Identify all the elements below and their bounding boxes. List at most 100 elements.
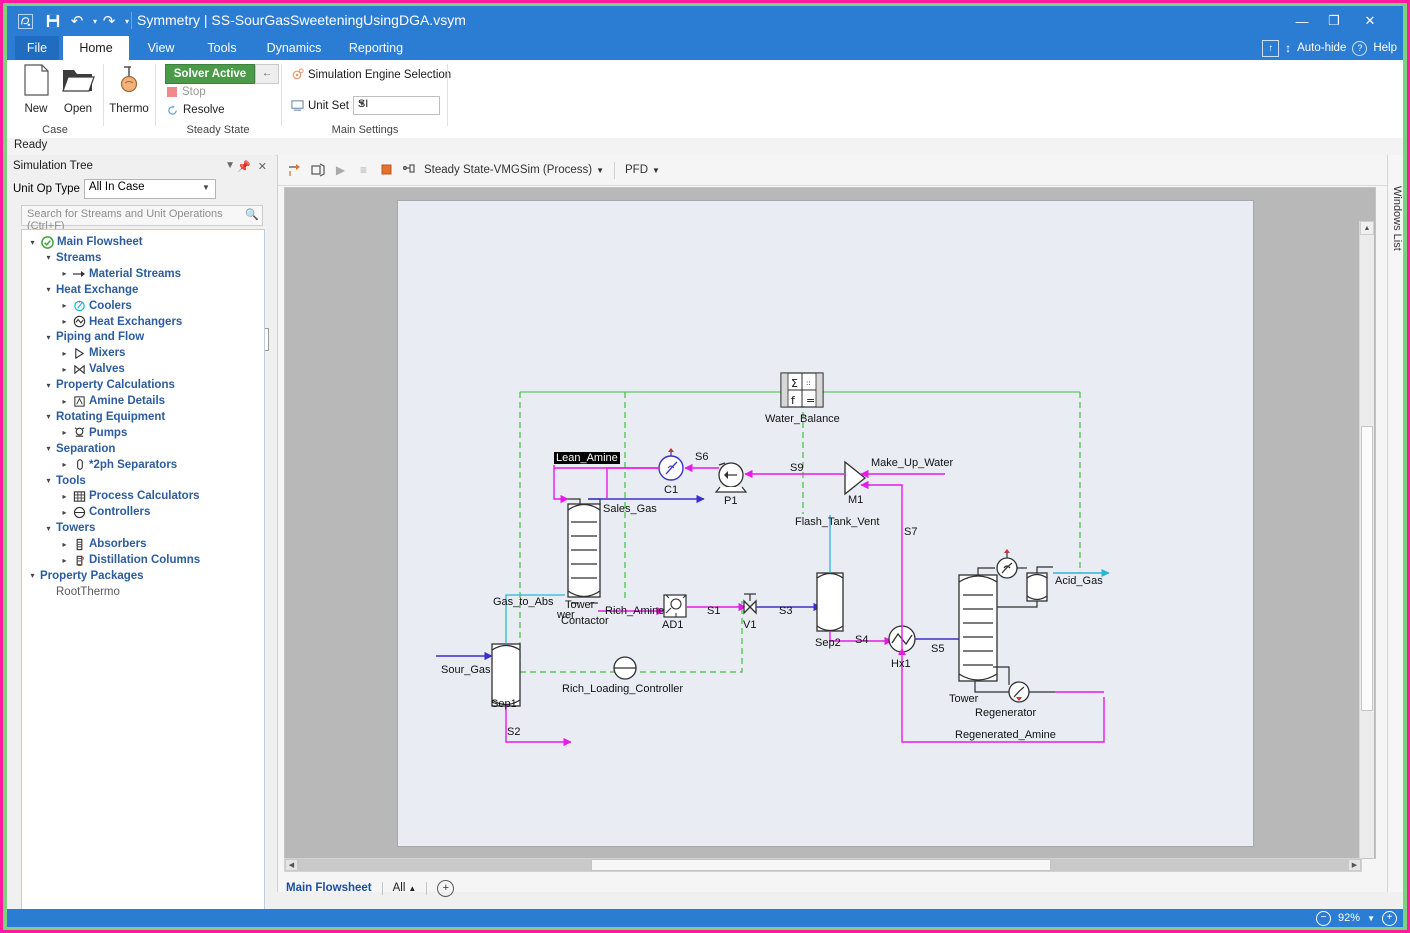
tree-twisty-icon[interactable]: ▸ [60,365,69,374]
simulation-engine-selection-button[interactable]: Simulation Engine Selection [291,68,451,81]
add-flowsheet-icon[interactable]: + [437,879,455,897]
flowsheet-label-rich-amine[interactable]: Rich_Amine [605,605,664,617]
open-button[interactable]: Open [55,64,101,115]
flowsheet-label-regenerated-amine[interactable]: Regenerated_Amine [955,729,1056,741]
pin-icon[interactable]: 📌 [237,160,251,173]
stream-s7-to-m1[interactable] [860,480,903,502]
tree-twisty-icon[interactable]: ▸ [60,460,69,469]
flowsheet-label-lean-amine[interactable]: Lean_Amine [554,452,620,464]
resolve-button[interactable]: Resolve [167,104,225,116]
scroll-left-arrow-icon[interactable]: ◀ [285,859,298,871]
tree-item-amine-details[interactable]: ▸ Amine Details [60,393,165,409]
flowsheet-label-sour-gas[interactable]: Sour_Gas [441,664,491,676]
tree-item-tools[interactable]: ▾ Tools [44,473,85,489]
new-button[interactable]: New [13,64,59,115]
tree-item-property-calculations[interactable]: ▾ Property Calculations [44,377,174,393]
add-unitop-icon[interactable] [309,162,326,179]
help-icon[interactable]: ? [1352,40,1368,56]
thermo-button[interactable]: Thermo [106,64,152,115]
tab-dynamics[interactable]: Dynamics [255,36,333,60]
cursor-icon[interactable]: ▶ [332,162,349,179]
flowsheet-canvas[interactable]: Σ f = :: Water_Balance Lean_Amine S6 S9 Make… [284,187,1376,859]
horizontal-scroll-thumb[interactable] [591,859,1051,871]
tree-item-property-packages[interactable]: ▾ Property Packages [28,568,143,584]
tab-file[interactable]: File [15,36,59,60]
tree-item-heat-exchangers[interactable]: ▸ Heat Exchangers [60,314,182,330]
tree-item-controllers[interactable]: ▸ Controllers [60,504,150,520]
tree-twisty-icon[interactable]: ▸ [60,269,69,278]
p1-pump[interactable] [714,462,748,493]
solver-toggle-icon[interactable]: ← [255,64,279,84]
tab-main-flowsheet[interactable]: Main Flowsheet [286,882,372,894]
scroll-up-arrow-icon[interactable]: ▲ [1360,221,1374,235]
flowsheet-label-s6[interactable]: S6 [695,451,708,463]
flowsheet-label-regenerator[interactable]: Regenerator [975,707,1036,719]
flowsheet-label-ad1[interactable]: AD1 [662,619,683,631]
v1-valve[interactable] [743,593,757,615]
m1-mixer[interactable] [844,460,867,496]
ad1-amine-details[interactable] [663,594,687,618]
flowsheet-label-s2[interactable]: S2 [507,726,520,738]
add-stream-icon[interactable] [286,162,303,179]
tree-twisty-icon[interactable]: ▸ [60,317,69,326]
regenerator-tower[interactable] [958,574,998,682]
tree-twisty-icon[interactable]: ▾ [28,571,37,580]
shape-icon[interactable] [378,162,395,179]
tree-twisty-icon[interactable]: ▾ [44,524,53,533]
tree-twisty-icon[interactable]: ▾ [44,253,53,262]
save-icon[interactable] [43,11,63,31]
redo-dropdown-icon[interactable]: ▾ [117,11,137,31]
flowsheet-label-c1[interactable]: C1 [664,484,678,496]
flowsheet-label-hx1[interactable]: Hx1 [891,658,911,670]
flowsheet-label-s7[interactable]: S7 [904,526,917,538]
c1-cooler[interactable] [658,448,684,481]
tree-item-coolers[interactable]: ▸ Coolers [60,298,131,314]
tree-twisty-icon[interactable]: ▾ [44,381,53,390]
search-icon[interactable]: 🔍 [245,208,259,221]
flowsheet-label-sep1[interactable]: Sep1 [491,698,517,710]
tree-item-2ph-separators[interactable]: ▸ *2ph Separators [60,457,177,473]
flowsheet-label-flash-tank-vent[interactable]: Flash_Tank_Vent [795,516,879,528]
tree-item-separation[interactable]: ▾ Separation [44,441,115,457]
tree-twisty-icon[interactable]: ▾ [44,476,53,485]
solver-status-badge[interactable]: Solver Active [165,64,255,84]
tree-twisty-icon[interactable]: ▾ [44,412,53,421]
attach-icon[interactable] [401,162,418,179]
vertical-scroll-thumb[interactable] [1361,426,1373,711]
water-balance-calculator[interactable]: Σ f = :: [780,372,824,408]
flowsheet-label-s9[interactable]: S9 [790,462,803,474]
tree-item-rotating-equipment[interactable]: ▾ Rotating Equipment [44,409,165,425]
help-label[interactable]: Help [1373,42,1397,54]
flowsheet-label-s5[interactable]: S5 [931,643,944,655]
restore-button[interactable]: ❐ [1319,10,1349,32]
tree-twisty-icon[interactable]: ▸ [60,540,69,549]
tree-twisty-icon[interactable]: ▸ [60,508,69,517]
auto-hide-label[interactable]: Auto-hide [1297,42,1346,54]
tree-item-main-flowsheet[interactable]: ▾ Main Flowsheet [28,234,143,250]
tree-item-rootthermo[interactable]: RootThermo [44,584,120,600]
canvas-horizontal-scrollbar[interactable]: ◀ ▶ [284,858,1362,872]
tree-item-distillation-columns[interactable]: ▸ Distillation Columns [60,552,200,568]
tree-twisty-icon[interactable]: ▸ [60,349,69,358]
windows-list-tab[interactable]: Windows List [1387,155,1403,892]
canvas-vertical-scrollbar[interactable]: ▲ ▼ [1359,221,1374,858]
flowsheet-label-s4[interactable]: S4 [855,634,868,646]
tree-twisty-icon[interactable]: ▸ [60,301,69,310]
tab-view[interactable]: View [133,36,189,60]
flowsheet-label-sales-gas[interactable]: Sales_Gas [603,503,657,515]
simulation-tree[interactable]: ▾ Main Flowsheet ▾ Streams ▸ Material Streams… [21,229,265,927]
stop-button[interactable]: Stop [167,86,206,98]
panel-menu-icon[interactable]: ▼ [225,160,235,171]
tree-twisty-icon[interactable]: ▾ [44,285,53,294]
zoom-in-icon[interactable]: + [1382,910,1397,926]
redo-icon[interactable]: ↷ [99,11,119,31]
sep2-vessel[interactable] [816,572,844,632]
tree-item-mixers[interactable]: ▸ Mixers [60,345,125,361]
expand-ribbon-icon[interactable]: ↑ [1262,39,1280,57]
engine-selector[interactable]: Steady State-VMGSim (Process) ▼ [424,164,604,176]
flowsheet-label-v1[interactable]: V1 [743,619,756,631]
stream-c1-to-lean-amine[interactable] [606,467,659,499]
unit-set-select[interactable]: SI ▼ [352,96,440,115]
close-panel-icon[interactable]: ✕ [258,160,267,173]
tree-item-material-streams[interactable]: ▸ Material Streams [60,266,181,282]
